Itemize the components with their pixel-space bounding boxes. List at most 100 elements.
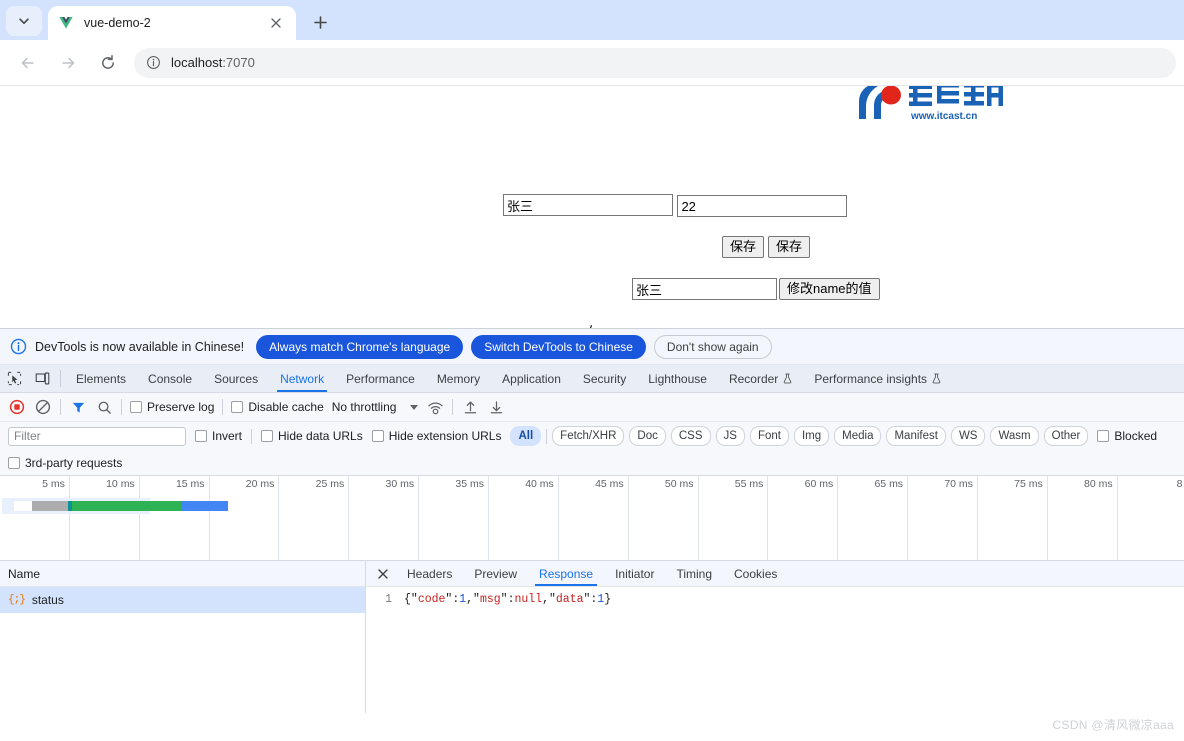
age-input[interactable] <box>677 195 848 217</box>
devtools-tab-network[interactable]: Network <box>269 365 335 392</box>
throttling-dropdown[interactable]: No throttling <box>332 400 419 414</box>
devtools-tab-security[interactable]: Security <box>572 365 637 392</box>
resource-type-chip-fetch-xhr[interactable]: Fetch/XHR <box>552 426 625 446</box>
new-tab-button[interactable] <box>306 8 334 36</box>
resource-type-chip-img[interactable]: Img <box>793 426 830 446</box>
third-party-requests-checkbox[interactable]: 3rd-party requests <box>8 456 122 470</box>
timeline-tick: 40 ms <box>489 476 559 560</box>
resource-type-chip-other[interactable]: Other <box>1043 426 1089 446</box>
close-icon[interactable] <box>370 561 396 586</box>
resource-type-chip-font[interactable]: Font <box>749 426 789 446</box>
detail-tab-response[interactable]: Response <box>528 561 604 586</box>
modify-name-row: 修改name的值 <box>632 278 880 300</box>
hide-extension-urls-checkbox[interactable]: Hide extension URLs <box>371 429 501 443</box>
devtools-tab-lighthouse[interactable]: Lighthouse <box>637 365 718 392</box>
inspect-element-icon[interactable] <box>0 365 28 392</box>
resource-type-chip-doc[interactable]: Doc <box>629 426 666 446</box>
devtools-tab-label: Performance <box>346 371 415 386</box>
invert-checkbox[interactable]: Invert <box>195 429 242 443</box>
record-stop-icon[interactable] <box>8 398 26 416</box>
modify-name-button[interactable]: 修改name的值 <box>779 278 880 300</box>
back-button[interactable] <box>12 47 44 79</box>
checkbox-box <box>1097 430 1110 442</box>
response-body: 1 {"code":1,"msg":null,"data":1} <box>366 587 1184 713</box>
toolbar-divider <box>60 399 61 415</box>
checkbox-box <box>130 401 142 413</box>
device-toolbar-icon[interactable] <box>28 365 56 392</box>
arrow-left-icon <box>21 57 34 68</box>
devtools-panel: DevTools is now available in Chinese! Al… <box>0 328 1184 741</box>
timeline-tick: 50 ms <box>629 476 699 560</box>
preserve-log-label: Preserve log <box>147 400 215 414</box>
toolbar-divider <box>121 399 122 415</box>
tab-search-button[interactable] <box>6 6 42 36</box>
timeline-tick: 55 ms <box>699 476 769 560</box>
resource-type-chip-wasm[interactable]: Wasm <box>990 426 1039 446</box>
resource-type-chip-css[interactable]: CSS <box>670 426 711 446</box>
devtools-tab-label: Elements <box>76 371 127 386</box>
blocked-checkbox[interactable]: Blocked <box>1097 429 1157 443</box>
blocked-label: Blocked <box>1114 429 1158 443</box>
resource-type-chip-manifest[interactable]: Manifest <box>886 426 946 446</box>
detail-tab-initiator[interactable]: Initiator <box>604 561 665 586</box>
request-list: Name {;} status <box>0 561 366 713</box>
detail-tab-cookies[interactable]: Cookies <box>723 561 788 586</box>
reload-button[interactable] <box>92 47 124 79</box>
disable-cache-checkbox[interactable]: Disable cache <box>231 400 324 414</box>
name-input[interactable] <box>503 194 673 216</box>
request-row[interactable]: {;} status <box>0 587 365 613</box>
preserve-log-checkbox[interactable]: Preserve log <box>130 400 214 414</box>
switch-to-chinese-button[interactable]: Switch DevTools to Chinese <box>471 334 646 359</box>
hide-data-urls-label: Hide data URLs <box>278 429 363 443</box>
resource-type-chip-js[interactable]: JS <box>715 426 745 446</box>
detail-tab-preview[interactable]: Preview <box>463 561 528 586</box>
network-split-view: Name {;} status Headers Preview Response Ini… <box>0 561 1184 713</box>
request-list-header: Name <box>0 561 365 587</box>
filter-icon[interactable] <box>69 398 87 416</box>
devtools-tab-sources[interactable]: Sources <box>203 365 269 392</box>
network-conditions-icon[interactable] <box>426 398 444 416</box>
timeline-tick: 60 ms <box>768 476 839 560</box>
browser-tab-strip: vue-demo-2 <box>0 0 1184 40</box>
dont-show-again-button[interactable]: Don't show again <box>653 334 772 359</box>
devtools-tab-label: Memory <box>436 371 481 386</box>
csdn-watermark: CSDN @清风微凉aaa <box>1052 718 1174 732</box>
devtools-tab-application[interactable]: Application <box>491 365 572 392</box>
arrow-right-icon <box>62 57 75 68</box>
name-input-secondary[interactable] <box>632 278 777 300</box>
hide-data-urls-checkbox[interactable]: Hide data URLs <box>261 429 363 443</box>
devtools-tab-label: Application <box>502 371 561 386</box>
toolbar-divider <box>452 399 454 415</box>
devtools-tab-performance[interactable]: Performance <box>335 365 426 392</box>
clear-network-icon[interactable] <box>34 398 52 416</box>
info-circle-icon[interactable] <box>146 55 161 70</box>
network-overview-timeline[interactable]: 5 ms 10 ms 15 ms 20 ms 25 ms 30 ms 35 ms 40 ms 4… <box>0 476 1184 561</box>
devtools-tab-console[interactable]: Console <box>137 365 203 392</box>
forward-button[interactable] <box>52 47 84 79</box>
devtools-tab-recorder[interactable]: Recorder <box>718 365 803 392</box>
devtools-tab-label: Sources <box>214 371 259 386</box>
export-har-icon[interactable] <box>487 398 505 416</box>
network-filter-bar: Invert Hide data URLs Hide extension URL… <box>0 422 1184 450</box>
browser-tab[interactable]: vue-demo-2 <box>48 6 296 40</box>
address-bar[interactable]: localhost:7070 <box>134 47 1176 78</box>
vue-logo-icon <box>59 17 73 29</box>
save-button-1[interactable]: 保存 <box>722 236 765 258</box>
filter-divider <box>251 428 253 444</box>
always-match-language-button[interactable]: Always match Chrome's language <box>256 334 464 359</box>
resource-type-chip-ws[interactable]: WS <box>950 426 986 446</box>
detail-tab-headers[interactable]: Headers <box>396 561 463 586</box>
devtools-tab-performance-insights[interactable]: Performance insights <box>803 365 952 392</box>
save-button-2[interactable]: 保存 <box>768 236 811 258</box>
devtools-tab-memory[interactable]: Memory <box>426 365 491 392</box>
resource-type-chip-media[interactable]: Media <box>834 426 882 446</box>
detail-tab-timing[interactable]: Timing <box>665 561 723 586</box>
search-icon[interactable] <box>95 398 113 416</box>
resource-type-chip-all[interactable]: All <box>510 426 542 446</box>
close-icon[interactable] <box>266 13 286 33</box>
filter-input[interactable] <box>8 426 186 446</box>
response-json-content[interactable]: {"code":1,"msg":null,"data":1} <box>404 593 611 606</box>
import-har-icon[interactable] <box>461 398 479 416</box>
request-name: status <box>31 593 64 607</box>
devtools-tab-elements[interactable]: Elements <box>65 365 137 392</box>
